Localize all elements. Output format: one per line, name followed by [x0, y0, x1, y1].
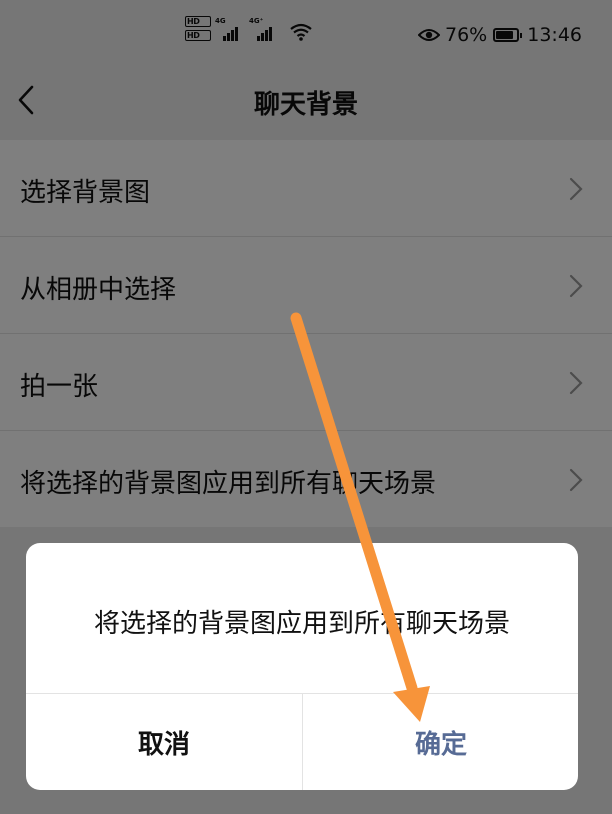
confirm-dialog: 将选择的背景图应用到所有聊天场景 取消 确定	[26, 543, 578, 790]
dialog-message: 将选择的背景图应用到所有聊天场景	[93, 609, 510, 639]
confirm-button[interactable]: 确定	[302, 694, 578, 790]
cancel-button[interactable]: 取消	[26, 694, 302, 790]
